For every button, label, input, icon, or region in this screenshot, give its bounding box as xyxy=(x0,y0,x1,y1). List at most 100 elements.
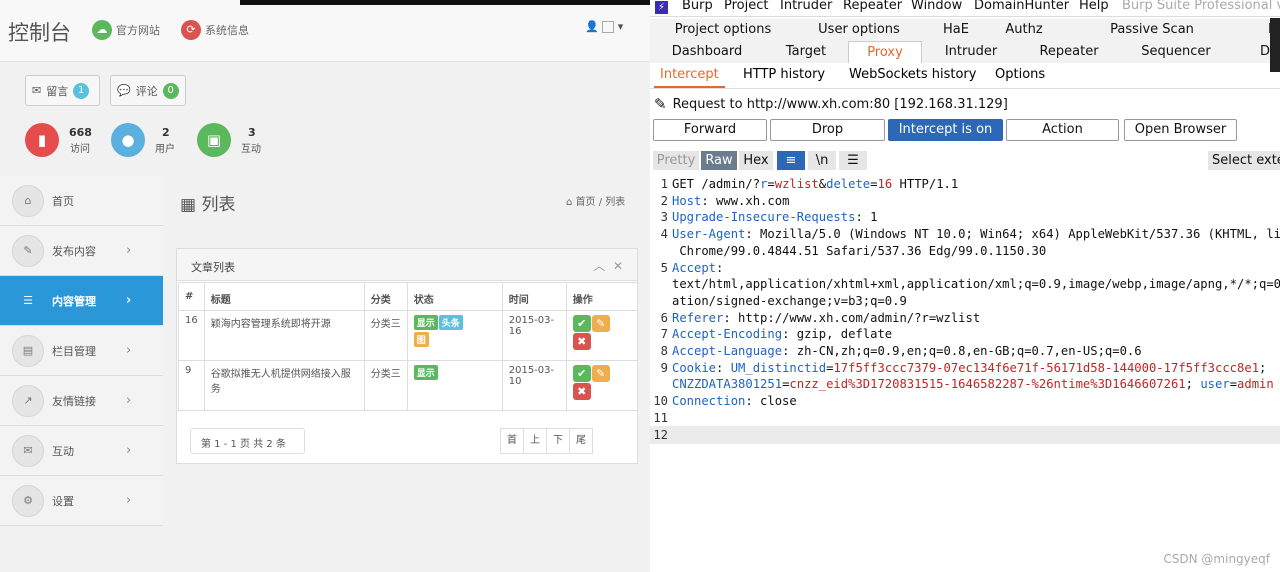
select-extension-dropdown[interactable]: Select exte xyxy=(1208,151,1280,170)
sidebar-item-content[interactable]: ☰ 内容管理 › xyxy=(0,276,163,326)
edit-icon[interactable]: ✎ xyxy=(591,315,610,332)
newline-icon[interactable]: \n xyxy=(808,151,836,170)
line-number: 12 xyxy=(653,427,668,442)
messages-button[interactable]: ✉ 留言 1 xyxy=(25,75,100,106)
divider xyxy=(650,88,1280,89)
tab-authz[interactable]: Authz xyxy=(1002,19,1046,41)
delete-icon[interactable]: ✖ xyxy=(572,383,591,400)
code-line[interactable]: Upgrade-Insecure-Requests: 1 xyxy=(672,209,877,226)
menu-window[interactable]: Window xyxy=(911,0,962,12)
visits-label: 访问 xyxy=(70,144,90,155)
edit-icon[interactable]: ✎ xyxy=(591,365,610,382)
link-icon: ↗ xyxy=(12,384,44,417)
code-text: = xyxy=(767,177,775,191)
code-line[interactable]: CNZZDATA3801251 = cnzz_eid%3D1720831515-16… xyxy=(672,376,1274,393)
action-button[interactable]: Action xyxy=(1006,119,1119,141)
tab-user-options[interactable]: User options xyxy=(810,19,908,41)
menu-burp[interactable]: Burp xyxy=(682,0,713,12)
open-browser-button[interactable]: Open Browser xyxy=(1124,119,1237,141)
tab-intruder[interactable]: Intruder xyxy=(940,41,1002,63)
pager-last[interactable]: 尾 xyxy=(569,428,593,454)
line-number: 3 xyxy=(660,210,668,225)
row-category: 分类三 xyxy=(363,310,408,361)
sidebar-item-settings[interactable]: ⚙ 设置 › xyxy=(0,476,163,526)
wrap-icon[interactable]: ≡ xyxy=(777,151,805,170)
header-key: Upgrade-Insecure-Requests xyxy=(672,210,856,225)
system-info-link[interactable]: ⟳ 系统信息 xyxy=(181,20,249,40)
code-line[interactable]: Cookie: UM_distinctid=17f5ff3ccc7379-07e… xyxy=(672,360,1266,377)
pager-prev[interactable]: 上 xyxy=(523,428,547,454)
tab-project-options[interactable]: Project options xyxy=(672,19,774,41)
menu-icon[interactable]: ☰ xyxy=(839,151,867,170)
article-list-panel: 文章列表 ︿ ✕ # 标题 分类 状态 时间 操作 16 颖海内容管理系统即将开… xyxy=(176,248,639,464)
code-line[interactable]: Accept: xyxy=(672,260,723,277)
close-icon[interactable]: ✕ xyxy=(613,259,623,273)
check-icon[interactable]: ✔ xyxy=(572,365,591,382)
status-badge[interactable]: 头条 xyxy=(438,315,463,330)
intercept-toggle-button[interactable]: Intercept is on xyxy=(888,119,1003,141)
tab-dashboard[interactable]: Dashboard xyxy=(670,41,744,63)
breadcrumb-home[interactable]: 首页 xyxy=(576,197,596,208)
menu-project[interactable]: Project xyxy=(724,0,768,12)
code-line[interactable]: Chrome/99.0.4844.51 Safari/537.36 Edg/99… xyxy=(672,243,1046,260)
messages-label: 留言 xyxy=(46,84,69,98)
check-icon[interactable]: ✔ xyxy=(572,315,591,332)
pager-next[interactable]: 下 xyxy=(546,428,570,454)
code-line[interactable]: ation/signed-exchange;v=b3;q=0.9 xyxy=(672,293,907,310)
sidebar: ⌂ 首页 ✎ 发布内容 › ☰ 内容管理 › ▤ 栏目管理 › ↗ 友情链接 ›… xyxy=(0,176,163,526)
view-raw[interactable]: Raw xyxy=(701,151,737,170)
sidebar-item-publish[interactable]: ✎ 发布内容 › xyxy=(0,226,163,276)
status-badge[interactable]: 显示 xyxy=(413,315,438,330)
tab-intercept[interactable]: Intercept xyxy=(654,64,725,88)
drop-button[interactable]: Drop xyxy=(770,119,885,141)
pagination: 首 上 下 尾 xyxy=(500,428,593,454)
code-text: : 1 xyxy=(855,210,878,225)
collapse-icon[interactable]: ︿ xyxy=(593,259,605,273)
code-line[interactable]: Accept-Language: zh-CN,zh;q=0.9,en;q=0.8… xyxy=(672,343,1142,360)
pager-first[interactable]: 首 xyxy=(500,428,524,454)
code-line[interactable]: Connection: close xyxy=(672,393,797,410)
row-title[interactable]: 颖海内容管理系统即将开源 xyxy=(203,310,365,361)
code-text: text/html,application/xhtml+xml,applicat… xyxy=(672,277,1280,292)
tab-proxy[interactable]: Proxy xyxy=(848,41,922,63)
brand-title[interactable]: 控制台 xyxy=(8,17,71,47)
sidebar-item-interaction[interactable]: ✉ 互动 › xyxy=(0,426,163,476)
view-pretty[interactable]: Pretty xyxy=(653,151,699,170)
sidebar-item-columns[interactable]: ▤ 栏目管理 › xyxy=(0,326,163,376)
row-status: 显示 头条 图 xyxy=(406,310,503,361)
header-key: UM_distinctid xyxy=(730,360,827,375)
sidebar-item-home[interactable]: ⌂ 首页 xyxy=(0,176,163,226)
tab-hae[interactable]: HaE xyxy=(938,19,974,41)
menu-help[interactable]: Help xyxy=(1079,0,1109,12)
tab-http-history[interactable]: HTTP history xyxy=(743,64,825,86)
tab-options[interactable]: Options xyxy=(995,64,1045,86)
burp-suite-window: ⚡ Burp Project Intruder Repeater Window … xyxy=(650,0,1280,572)
forward-button[interactable]: Forward xyxy=(653,119,767,141)
sidebar-item-links[interactable]: ↗ 友情链接 › xyxy=(0,376,163,426)
official-site-link[interactable]: ☁ 官方网站 xyxy=(92,20,160,40)
code-line[interactable]: Host: www.xh.com xyxy=(672,193,789,210)
code-line[interactable]: Accept-Encoding: gzip, deflate xyxy=(672,326,892,343)
delete-icon[interactable]: ✖ xyxy=(572,333,591,350)
header-key: User-Agent xyxy=(672,227,746,242)
code-line[interactable]: GET /admin/?r=wzlist&delete=16 HTTP/1.1 xyxy=(672,176,958,193)
comments-button[interactable]: 💬 评论 0 xyxy=(110,75,186,106)
status-badge[interactable]: 显示 xyxy=(413,365,438,380)
tab-sequencer[interactable]: Sequencer xyxy=(1138,41,1214,63)
user-menu[interactable]: 👤 ▾ xyxy=(585,20,623,33)
tab-websockets-history[interactable]: WebSockets history xyxy=(849,64,976,86)
code-line[interactable]: text/html,application/xhtml+xml,applicat… xyxy=(672,276,1280,293)
menu-domainhunter[interactable]: DomainHunter xyxy=(974,0,1069,12)
header-key: CNZZDATA3801251 xyxy=(672,377,783,392)
code-line[interactable]: User-Agent: Mozilla/5.0 (Windows NT 10.0… xyxy=(672,226,1280,243)
row-title[interactable]: 谷歌拟推无人机提供网络接入服务 xyxy=(203,360,365,411)
menu-repeater[interactable]: Repeater xyxy=(843,0,902,12)
tab-target[interactable]: Target xyxy=(782,41,830,63)
menu-intruder[interactable]: Intruder xyxy=(780,0,832,12)
tab-repeater[interactable]: Repeater xyxy=(1036,41,1102,63)
code-line[interactable]: Referer: http://www.xh.com/admin/?r=wzli… xyxy=(672,310,980,327)
view-hex[interactable]: Hex xyxy=(739,151,773,170)
col-id: # xyxy=(178,282,205,311)
status-badge[interactable]: 图 xyxy=(413,332,429,347)
cloud-icon: ☁ xyxy=(92,20,112,40)
